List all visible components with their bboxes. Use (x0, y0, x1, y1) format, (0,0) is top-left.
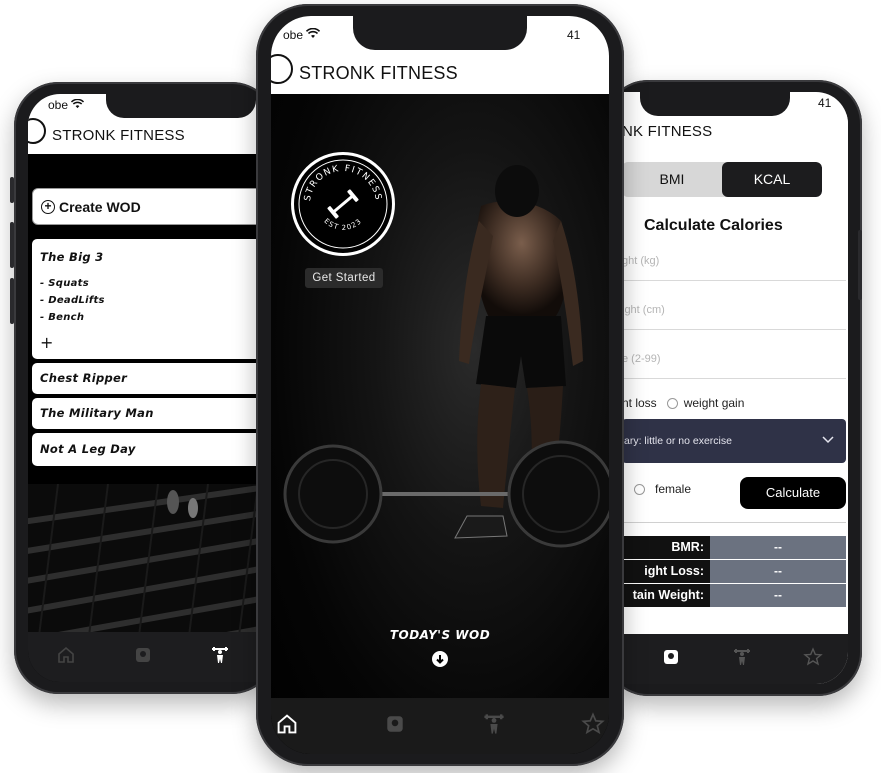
app-title: STRONK FITNESS (299, 63, 458, 83)
mockup-stage: obe STRONK FITNESS + Create WOD The Big … (0, 0, 881, 773)
wod-card-not-a-leg-day[interactable]: Not A Leg Day (32, 433, 268, 466)
home-icon[interactable] (56, 645, 76, 670)
left-app-header: STRONK FITNESS (28, 116, 268, 154)
weight-gain-radio[interactable] (666, 397, 678, 409)
exercise-item: - Bench (40, 312, 85, 323)
result-value: -- (710, 560, 846, 583)
gender-radios: female (634, 482, 691, 496)
chevron-down-icon (822, 433, 834, 448)
wod-title: Chest Ripper (40, 371, 128, 385)
left-phone: obe STRONK FITNESS + Create WOD The Big … (10, 82, 276, 694)
female-label[interactable]: female (655, 482, 691, 496)
middle-tab-bar (271, 698, 609, 754)
female-radio[interactable] (634, 483, 645, 495)
athlete-photo (271, 16, 609, 754)
tab-kcal[interactable]: KCAL (722, 162, 822, 197)
middle-phone: obe 41 STRONK FITNESS STRONK FITNESS EST… (256, 4, 624, 766)
get-started-button[interactable]: Get Started (305, 268, 383, 288)
arrow-down-circle-icon[interactable] (432, 651, 448, 667)
exercise-item: - Squats (40, 278, 89, 289)
add-exercise-button[interactable]: + (40, 333, 54, 352)
weightlifter-icon[interactable] (210, 645, 230, 670)
middle-screen: obe 41 STRONK FITNESS STRONK FITNESS EST… (271, 16, 609, 754)
activity-value: ary: little or no exercise (624, 435, 732, 447)
right-screen: 41 NK FITNESS BMI KCAL Calculate Calorie… (606, 92, 848, 684)
wod-card-chest-ripper[interactable]: Chest Ripper (32, 363, 268, 394)
goal-radios: nt loss weight gain (622, 396, 744, 410)
middle-app-header: STRONK FITNESS (271, 52, 609, 92)
height-placeholder: ight (cm) (622, 304, 665, 316)
wifi-icon (71, 98, 85, 112)
wifi-icon (306, 27, 321, 42)
wod-card-military-man[interactable]: The Military Man (32, 398, 268, 429)
stronk-logo-icon (271, 54, 293, 84)
results-table: BMR: -- ight Loss: -- tain Weight: -- (622, 536, 846, 608)
result-row-bmr: BMR: -- (622, 536, 846, 559)
floor-photo (28, 484, 268, 644)
badge-bottom-text: EST 2023 (322, 217, 362, 232)
carrier-text: obe (48, 98, 69, 112)
wod-title: The Military Man (40, 406, 154, 420)
right-tab-bar (606, 634, 848, 684)
left-screen: obe STRONK FITNESS + Create WOD The Big … (28, 94, 268, 682)
wod-title: The Big 3 (40, 250, 104, 264)
scale-icon[interactable] (384, 713, 406, 740)
create-wod-button[interactable]: + Create WOD (32, 188, 268, 225)
battery-text: 41 (818, 96, 832, 110)
result-row-weight-loss: ight Loss: -- (622, 560, 846, 583)
result-value: -- (710, 584, 846, 607)
plus-circle-icon: + (41, 199, 55, 214)
activity-select[interactable]: ary: little or no exercise (622, 419, 846, 463)
tab-bmi[interactable]: BMI (622, 162, 722, 197)
scale-icon[interactable] (661, 647, 681, 672)
weight-placeholder: ght (kg) (622, 255, 660, 267)
age-placeholder: e (2-99) (622, 353, 661, 365)
weight-loss-label[interactable]: nt loss (622, 396, 657, 410)
age-field[interactable]: e (2-99) (622, 353, 846, 379)
stronk-badge-logo: STRONK FITNESS EST 2023 (291, 152, 395, 256)
weight-gain-label[interactable]: weight gain (684, 396, 745, 410)
right-phone: 41 NK FITNESS BMI KCAL Calculate Calorie… (604, 80, 862, 696)
wod-card-big-3[interactable]: The Big 3 - Squats - DeadLifts - Bench + (32, 239, 268, 359)
result-label: ight Loss: (622, 560, 710, 583)
left-tab-bar (28, 632, 268, 682)
calculator-tabs: BMI KCAL (622, 162, 822, 197)
result-label: tain Weight: (622, 584, 710, 607)
height-field[interactable]: ight (cm) (622, 304, 846, 330)
calc-title: Calculate Calories (644, 217, 783, 234)
result-label: BMR: (622, 536, 710, 559)
right-app-header: NK FITNESS (606, 114, 848, 144)
stronk-logo-icon (28, 118, 46, 144)
wod-title: Not A Leg Day (40, 442, 136, 456)
app-title: STRONK FITNESS (52, 127, 185, 144)
calculate-button[interactable]: Calculate (740, 477, 846, 509)
weightlifter-icon[interactable] (482, 712, 506, 741)
star-icon[interactable] (581, 711, 605, 741)
app-title: NK FITNESS (622, 123, 713, 140)
create-wod-label: Create WOD (59, 198, 141, 215)
carrier-text: obe (283, 28, 304, 42)
weight-field[interactable]: ght (kg) (622, 255, 846, 281)
battery-text: 41 (567, 28, 581, 42)
svg-text:EST 2023: EST 2023 (322, 217, 363, 232)
star-icon[interactable] (802, 646, 823, 672)
home-icon[interactable] (275, 712, 299, 741)
exercise-item: - DeadLifts (40, 295, 105, 306)
todays-wod-label: TODAY'S WOD (389, 628, 491, 642)
weightlifter-icon[interactable] (732, 647, 752, 672)
result-row-maintain-weight: tain Weight: -- (622, 584, 846, 607)
scale-icon[interactable] (133, 645, 153, 670)
result-value: -- (710, 536, 846, 559)
